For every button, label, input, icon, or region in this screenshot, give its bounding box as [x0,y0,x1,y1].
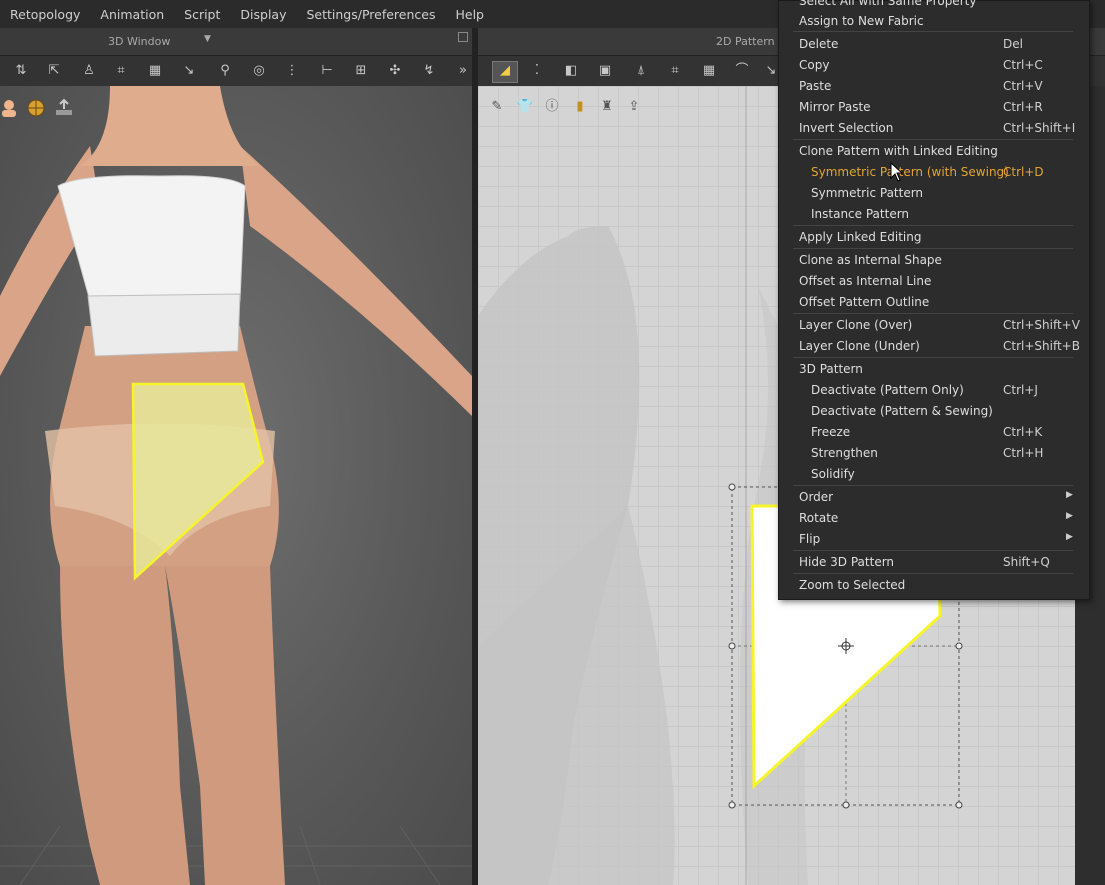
menu-item-offset-internal-line[interactable]: Offset as Internal Line [779,271,1089,292]
brush-icon[interactable]: ✎ [488,98,506,116]
menu-item-flip[interactable]: Flip ▶ [779,529,1089,550]
menu-item-delete[interactable]: Delete Del [779,34,1089,55]
zipper-icon[interactable]: ⋮ [283,62,301,80]
segment-sewing-icon[interactable]: ⌗ [666,62,684,80]
chevron-down-icon[interactable]: ▼ [204,34,211,44]
avatar-scene [0,86,472,885]
menu-item-assign-new-fabric[interactable]: Assign to New Fabric [779,11,1089,32]
avatar-right-arm [240,146,472,416]
menu-item-symmetric-pattern-sewing[interactable]: Symmetric Pattern (with Sewing) Ctrl+D [779,162,1089,183]
fold-arrangement-icon[interactable]: ⌒ [733,62,751,80]
3d-window-titlebar: 3D Window ▼ [0,28,472,56]
fold-icon[interactable]: ⌗ [112,62,130,80]
submenu-arrow-icon: ▶ [1066,490,1073,500]
3d-window-title: 3D Window [108,35,171,48]
select-move-icon[interactable]: ⇅ [12,62,30,80]
menu-item-offset-pattern-outline[interactable]: Offset Pattern Outline [779,292,1089,313]
dart-icon[interactable]: ⍋ [632,62,650,80]
sketch-icon[interactable]: ↯ [420,62,438,80]
menu-item-invert-selection[interactable]: Invert Selection Ctrl+Shift+I [779,118,1089,139]
menu-item-layer-clone-over[interactable]: Layer Clone (Over) Ctrl+Shift+V [779,315,1089,336]
3d-toolbar: ⇅ ⇱ ♙ ⌗ ▦ ↘ ⚲ ◎ ⋮ ⊢ ⊞ ✣ ↯ » [0,56,472,87]
garment-tube-top [57,175,246,302]
pin-icon[interactable]: ↘ [180,62,198,80]
menu-item-3d-pattern: 3D Pattern [799,362,863,376]
3d-window: 3D Window ▼ ⇅ ⇱ ♙ ⌗ ▦ ↘ ⚲ ◎ ⋮ ⊢ ⊞ ✣ ↯ » [0,28,472,885]
avatar-left-leg [60,566,190,885]
grid-icon[interactable]: ▦ [700,62,718,80]
mouse-cursor-icon [890,162,904,182]
menu-retopology[interactable]: Retopology [0,7,90,22]
menu-settings-preferences[interactable]: Settings/Preferences [296,7,445,22]
internal-rectangle-icon[interactable]: ▣ [596,62,614,80]
context-menu: Select All with Same Property Assign to … [778,0,1090,600]
texture-icon[interactable]: ▮ [571,98,589,116]
tack-icon[interactable]: ⚲ [216,62,234,80]
menu-animation[interactable]: Animation [90,7,174,22]
menu-item-mirror-paste[interactable]: Mirror Paste Ctrl+R [779,97,1089,118]
transform-pattern-icon[interactable]: ◢ [492,61,518,83]
menu-help[interactable]: Help [445,7,494,22]
info-icon[interactable]: ⓘ [543,98,561,116]
garment-waistband [87,293,241,357]
avatar-neck [80,86,260,166]
button-icon[interactable]: ◎ [250,62,268,80]
menu-item-paste[interactable]: Paste Ctrl+V [779,76,1089,97]
shirt-icon[interactable]: 👕 [516,98,534,116]
avatar-pose-icon[interactable]: ♙ [80,62,98,80]
menu-script[interactable]: Script [174,7,230,22]
garment-icon[interactable]: ♜ [598,98,616,116]
3d-viewport[interactable] [0,86,472,885]
tape-icon[interactable]: ⊞ [352,62,370,80]
menu-item-clone-linked-editing[interactable]: Clone Pattern with Linked Editing [779,141,1089,162]
menu-item-solidify[interactable]: Solidify [779,464,1089,485]
edit-point-icon[interactable]: ⁚ [528,62,546,80]
menu-item-deactivate-pattern-sewing[interactable]: Deactivate (Pattern & Sewing) [779,401,1089,422]
menu-item-apply-linked-editing[interactable]: Apply Linked Editing [779,227,1089,248]
menu-item-clone-internal-shape[interactable]: Clone as Internal Shape [779,250,1089,271]
menu-item-deactivate-pattern-only[interactable]: Deactivate (Pattern Only) Ctrl+J [779,380,1089,401]
menu-item-symmetric-pattern[interactable]: Symmetric Pattern [779,183,1089,204]
menu-item-layer-clone-under[interactable]: Layer Clone (Under) Ctrl+Shift+B [779,336,1089,357]
menu-item-freeze[interactable]: Freeze Ctrl+K [779,422,1089,443]
menu-item-rotate[interactable]: Rotate ▶ [779,508,1089,529]
submenu-arrow-icon: ▶ [1066,511,1073,521]
more-icon[interactable]: » [454,62,472,80]
measure-icon[interactable]: ⊢ [318,62,336,80]
menu-item-copy[interactable]: Copy Ctrl+C [779,55,1089,76]
menu-item-order[interactable]: Order ▶ [779,487,1089,508]
menu-item-hide-3d-pattern[interactable]: Hide 3D Pattern Shift+Q [779,552,1089,573]
sew-icon[interactable]: ✣ [386,62,404,80]
rectangle-icon[interactable]: ◧ [562,62,580,80]
select-mesh-icon[interactable]: ⇱ [45,62,63,80]
undock-icon[interactable] [458,32,468,42]
menu-item-strengthen[interactable]: Strengthen Ctrl+H [779,443,1089,464]
menu-display[interactable]: Display [230,7,296,22]
upload-icon[interactable]: ⇪ [625,98,643,116]
menu-item-instance-pattern[interactable]: Instance Pattern [779,204,1089,225]
grid-icon[interactable]: ▦ [146,62,164,80]
submenu-arrow-icon: ▶ [1066,532,1073,542]
menu-item-zoom-to-selected[interactable]: Zoom to Selected [779,575,1089,596]
